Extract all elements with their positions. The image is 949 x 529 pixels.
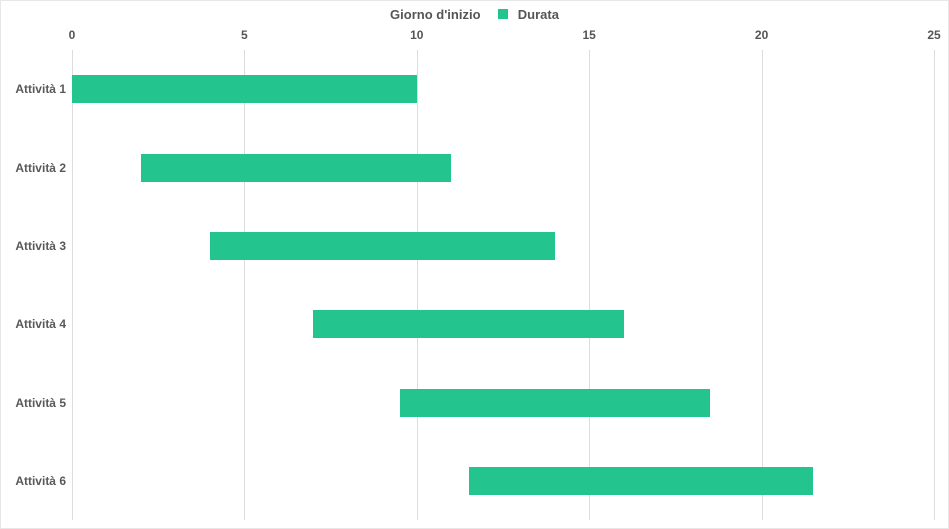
gantt-bar xyxy=(141,154,451,182)
y-category-label: Attività 4 xyxy=(6,317,66,331)
x-tick-label: 0 xyxy=(69,28,76,42)
x-tick-label: 10 xyxy=(410,28,423,42)
y-category-label: Attività 3 xyxy=(6,239,66,253)
legend-durata-label: Durata xyxy=(518,7,559,22)
x-tick-label: 5 xyxy=(241,28,248,42)
gantt-bar xyxy=(400,389,710,417)
legend-swatch-icon xyxy=(498,9,508,19)
gantt-bar xyxy=(72,75,417,103)
x-gridline xyxy=(244,50,245,520)
y-category-label: Attività 1 xyxy=(6,82,66,96)
gantt-bar xyxy=(469,467,814,495)
y-category-label: Attività 6 xyxy=(6,474,66,488)
legend-inizio-label: Giorno d'inizio xyxy=(390,7,480,22)
x-gridline xyxy=(589,50,590,520)
x-tick-label: 15 xyxy=(583,28,596,42)
y-category-label: Attività 5 xyxy=(6,396,66,410)
gantt-bar xyxy=(313,310,623,338)
x-gridline xyxy=(72,50,73,520)
gantt-chart: Giorno d'inizio Durata 0510152025Attivit… xyxy=(0,0,949,529)
x-tick-label: 20 xyxy=(755,28,768,42)
plot-area: 0510152025Attività 1Attività 2Attività 3… xyxy=(72,50,934,520)
x-gridline xyxy=(934,50,935,520)
x-tick-label: 25 xyxy=(927,28,940,42)
x-gridline xyxy=(762,50,763,520)
y-category-label: Attività 2 xyxy=(6,161,66,175)
gantt-bar xyxy=(210,232,555,260)
x-gridline xyxy=(417,50,418,520)
chart-legend: Giorno d'inizio Durata xyxy=(0,6,949,22)
